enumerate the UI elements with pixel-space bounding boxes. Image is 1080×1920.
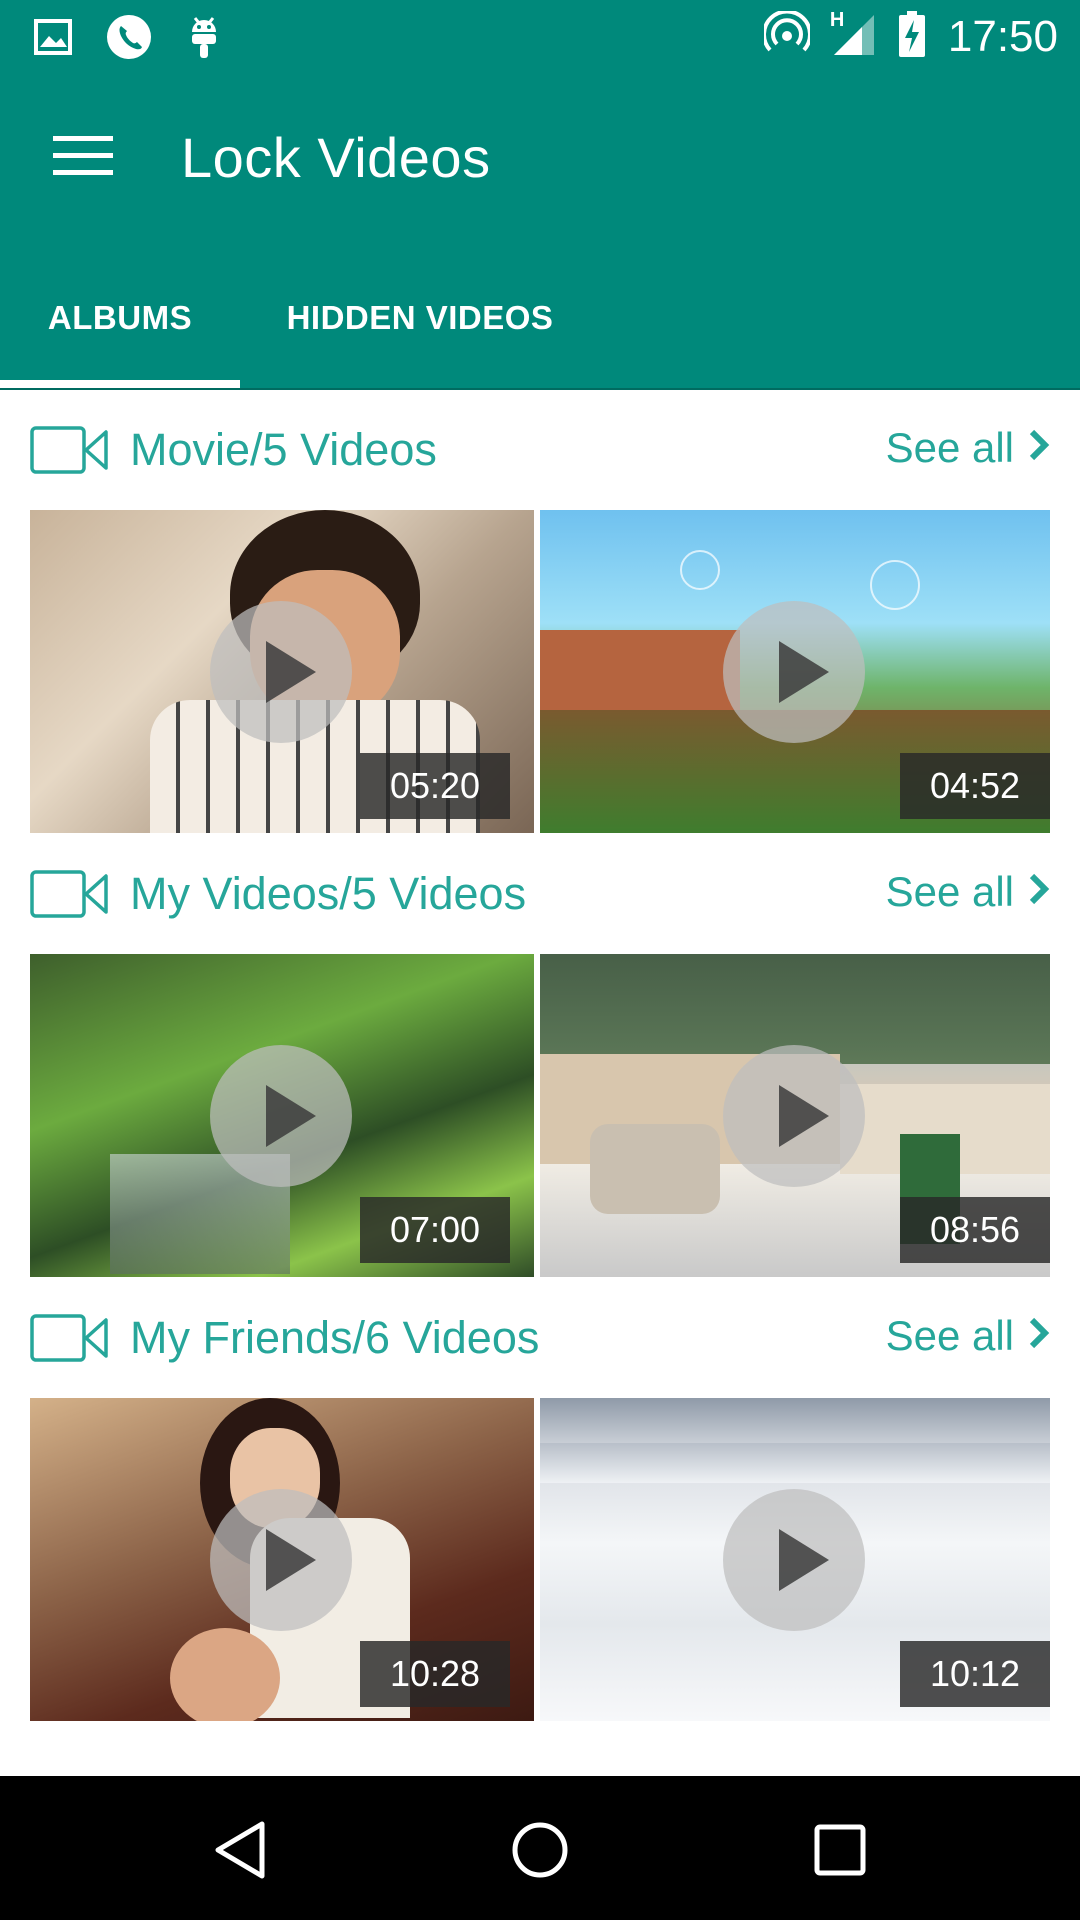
android-icon (186, 14, 222, 65)
album-title: My Videos/5 Videos (130, 868, 527, 919)
status-bar: H 17:50 (0, 0, 1080, 75)
chevron-right-icon (1028, 1312, 1050, 1360)
play-icon (723, 1044, 865, 1187)
phone-icon (106, 14, 152, 65)
clock: 17:50 (947, 11, 1058, 61)
tab-hidden-videos[interactable]: HIDDEN VIDEOS (240, 245, 600, 390)
home-button[interactable] (500, 1812, 580, 1892)
menu-button[interactable] (38, 123, 128, 193)
video-thumbnail[interactable]: 05:20 (30, 510, 534, 833)
video-duration: 05:20 (360, 753, 510, 819)
back-button[interactable] (200, 1812, 280, 1892)
video-thumbnail[interactable]: 08:56 (540, 954, 1050, 1277)
menu-icon (51, 134, 115, 183)
video-thumbnail[interactable]: 04:52 (540, 510, 1050, 833)
album-header: Movie/5 Videos See all (0, 390, 1080, 510)
recents-button[interactable] (800, 1812, 880, 1892)
tab-albums[interactable]: ALBUMS (0, 245, 240, 390)
video-duration: 10:12 (900, 1641, 1050, 1707)
albums-list[interactable]: Movie/5 Videos See all 05:20 04:52 My Vi… (0, 390, 1080, 1776)
chevron-right-icon (1028, 868, 1050, 916)
signal-icon: H (829, 9, 876, 62)
network-type-label: H (829, 9, 845, 31)
see-all-link[interactable]: See all (886, 868, 1050, 916)
video-duration: 08:56 (900, 1197, 1050, 1263)
see-all-link[interactable]: See all (886, 424, 1050, 472)
image-icon (34, 19, 72, 60)
play-icon (210, 600, 352, 743)
recents-icon (812, 1822, 868, 1883)
album-header: My Videos/5 Videos See all (0, 834, 1080, 954)
video-camera-icon (30, 870, 110, 925)
album-title: My Friends/6 Videos (130, 1312, 540, 1363)
see-all-link[interactable]: See all (886, 1312, 1050, 1360)
notification-icons (34, 14, 222, 65)
video-duration: 10:28 (360, 1641, 510, 1707)
app-bar: Lock Videos (0, 75, 1080, 245)
page-title: Lock Videos (181, 126, 491, 189)
battery-charging-icon (898, 10, 926, 63)
album-title: Movie/5 Videos (130, 424, 437, 475)
album-header: My Friends/6 Videos See all (0, 1278, 1080, 1398)
see-all-label: See all (885, 1312, 1014, 1359)
back-icon (210, 1818, 270, 1887)
album-header-partial (0, 1766, 1080, 1776)
play-icon (723, 600, 865, 743)
video-thumbnail[interactable]: 10:12 (540, 1398, 1050, 1721)
video-duration: 04:52 (900, 753, 1050, 819)
video-thumbnail[interactable]: 10:28 (30, 1398, 534, 1721)
tab-indicator (0, 380, 240, 388)
navigation-bar (0, 1776, 1080, 1920)
hotspot-icon (761, 9, 812, 62)
home-icon (510, 1820, 570, 1885)
video-thumbnail[interactable]: 07:00 (30, 954, 534, 1277)
video-duration: 07:00 (360, 1197, 510, 1263)
play-icon (723, 1488, 865, 1631)
chevron-right-icon (1028, 424, 1050, 472)
tab-bar: ALBUMS HIDDEN VIDEOS (0, 245, 1080, 390)
see-all-label: See all (885, 424, 1014, 471)
video-camera-icon (30, 426, 110, 481)
play-icon (210, 1488, 352, 1631)
see-all-label: See all (885, 868, 1014, 915)
play-icon (210, 1044, 352, 1187)
system-icons: H 17:50 (761, 9, 1058, 63)
video-camera-icon (30, 1314, 110, 1369)
